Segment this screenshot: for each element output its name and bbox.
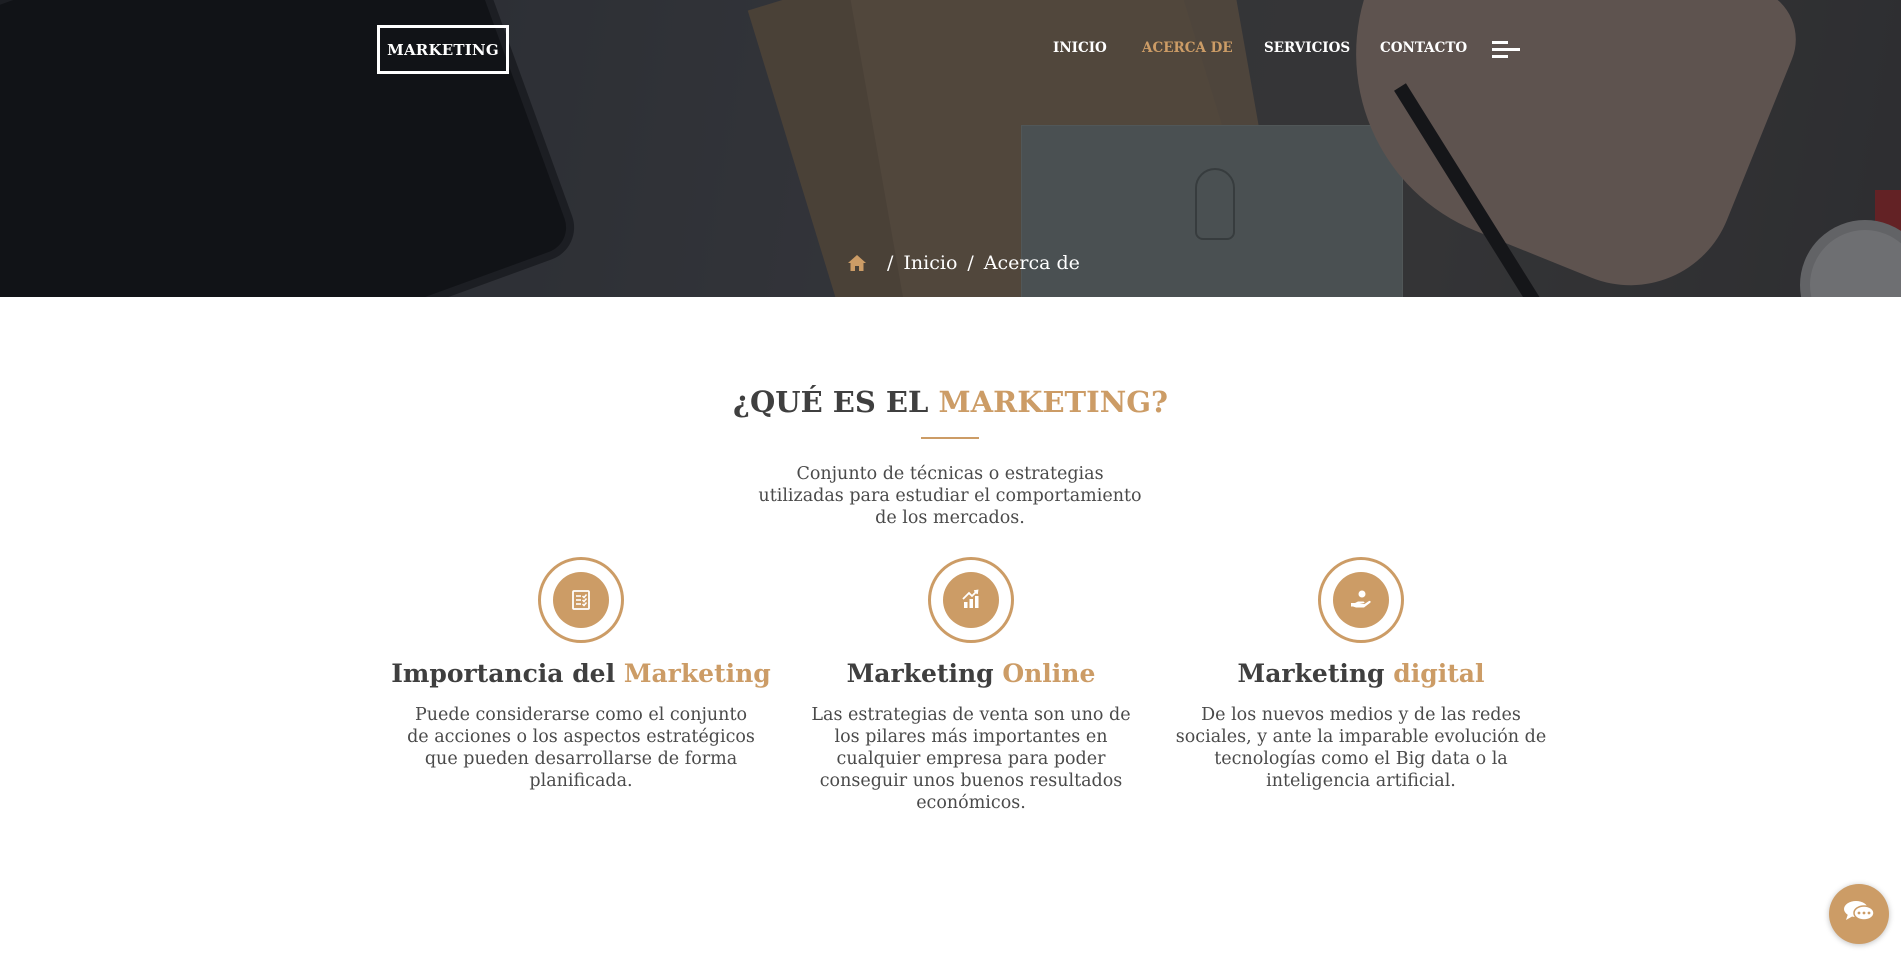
feature-icon-ring	[538, 557, 624, 643]
site-logo[interactable]: MARKETING	[377, 25, 509, 74]
hamburger-menu-icon[interactable]	[1492, 41, 1520, 59]
feature-title-accent: Online	[1002, 659, 1096, 688]
section-title-prefix: ¿QUÉ ES EL	[733, 385, 929, 419]
breadcrumb-separator: /	[967, 252, 974, 274]
feature-title: Marketing digital	[1161, 659, 1561, 688]
section-title: ¿QUÉ ES EL MARKETING?	[0, 385, 1901, 419]
feature-title: Importancia del Marketing	[381, 659, 781, 688]
chat-widget-button[interactable]	[1829, 884, 1889, 944]
feature-title-prefix: Marketing	[1237, 659, 1385, 688]
feature-title-accent: Marketing	[623, 659, 771, 688]
breadcrumb-current: Acerca de	[983, 252, 1080, 274]
section-title-accent: MARKETING?	[938, 385, 1168, 419]
nav-link-contacto[interactable]: CONTACTO	[1380, 40, 1467, 56]
feature-text: Las estrategias de venta son uno de los …	[811, 705, 1131, 813]
breadcrumb-link-inicio[interactable]: Inicio	[903, 252, 957, 274]
feature-icon-ring	[928, 557, 1014, 643]
growth-chart-icon	[943, 572, 999, 628]
hand-coin-icon	[1333, 572, 1389, 628]
hero-banner: MARKETING INICIO ACERCA DE SERVICIOS CON…	[0, 0, 1901, 297]
title-divider	[921, 437, 979, 439]
feature-title-prefix: Importancia del	[391, 659, 616, 688]
feature-title: Marketing Online	[771, 659, 1171, 688]
section-intro: Conjunto de técnicas o estrategias utili…	[758, 464, 1142, 528]
feature-title-prefix: Marketing	[846, 659, 994, 688]
feature-icon-ring	[1318, 557, 1404, 643]
breadcrumb: / Inicio / Acerca de	[847, 252, 1080, 274]
nav-link-inicio[interactable]: INICIO	[1053, 40, 1107, 56]
checklist-document-icon	[553, 572, 609, 628]
feature-title-accent: digital	[1393, 659, 1485, 688]
feature-text: Puede considerarse como el conjunto de a…	[407, 705, 755, 791]
home-icon[interactable]	[847, 254, 867, 272]
feature-text: De los nuevos medios y de las redes soci…	[1175, 705, 1547, 791]
chat-bubbles-icon	[1842, 899, 1876, 929]
nav-link-acerca-de[interactable]: ACERCA DE	[1142, 40, 1233, 56]
nav-link-servicios[interactable]: SERVICIOS	[1264, 40, 1350, 56]
breadcrumb-separator: /	[887, 252, 894, 274]
